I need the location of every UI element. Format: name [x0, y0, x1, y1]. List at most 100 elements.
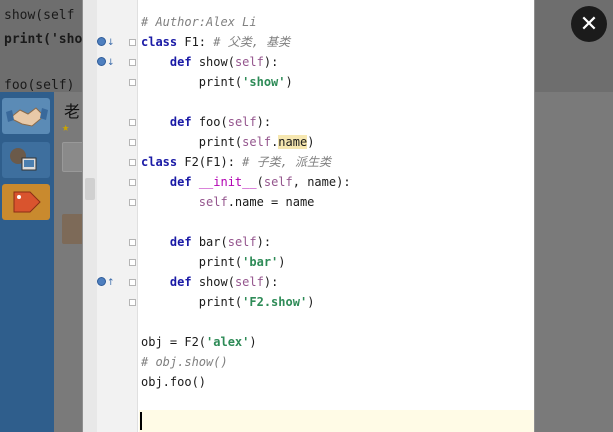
editor-left-strip — [83, 0, 98, 432]
fold-marker-icon[interactable] — [129, 299, 136, 306]
code-token: 'F2.show' — [242, 295, 308, 309]
scroll-marker[interactable] — [85, 178, 95, 200]
code-token: # 父类, 基类 — [213, 35, 291, 49]
code-token: self — [227, 115, 257, 129]
background-title: 老 — [64, 102, 81, 121]
code-token: class — [141, 155, 185, 169]
code-token: ) — [249, 335, 257, 349]
code-line[interactable]: def show(self): — [141, 52, 278, 72]
code-token: self — [198, 195, 228, 209]
code-token: ) — [307, 295, 315, 309]
code-token: bar( — [198, 235, 228, 249]
handshake-icon[interactable] — [2, 98, 50, 134]
code-token: # Author:Alex Li — [141, 15, 257, 29]
code-token: 'show' — [242, 75, 286, 89]
code-token: show( — [198, 55, 235, 69]
code-area[interactable]: # Author:Alex Li class F1: # 父类, 基类 def s… — [139, 0, 534, 432]
code-token: obj = F2( — [141, 335, 207, 349]
background-code-line: show(self — [4, 8, 75, 23]
code-token: ): — [256, 115, 272, 129]
code-token: 'alex' — [206, 335, 250, 349]
fold-marker-icon[interactable] — [129, 79, 136, 86]
code-token: # 子类, 派生类 — [242, 155, 332, 169]
code-token: self — [234, 55, 264, 69]
code-token: print( — [141, 295, 243, 309]
override-marker-icon[interactable] — [97, 57, 106, 66]
code-token: ) — [285, 75, 293, 89]
code-line[interactable]: print(self.name) — [141, 132, 314, 152]
fold-marker-icon[interactable] — [129, 239, 136, 246]
code-line[interactable]: class F1: # 父类, 基类 — [141, 32, 290, 52]
fold-marker-icon[interactable] — [129, 139, 136, 146]
fold-marker-icon[interactable] — [129, 199, 136, 206]
code-token: ): — [256, 235, 272, 249]
code-token: __init__ — [198, 175, 257, 189]
fold-marker-icon[interactable] — [129, 159, 136, 166]
code-line[interactable]: print('show') — [141, 72, 293, 92]
text-caret — [140, 412, 142, 430]
code-token: , name): — [292, 175, 351, 189]
code-token: def — [169, 235, 199, 249]
code-token: print( — [141, 75, 243, 89]
override-arrow-icon: ↓ — [107, 38, 115, 48]
fold-marker-icon[interactable] — [129, 59, 136, 66]
code-line[interactable]: # Author:Alex Li — [141, 12, 257, 32]
code-token: show( — [198, 275, 235, 289]
code-token: ): — [263, 55, 279, 69]
code-token: obj.foo() — [141, 375, 207, 389]
fold-marker-icon[interactable] — [129, 259, 136, 266]
code-token: F1: — [184, 35, 214, 49]
code-token: class — [141, 35, 185, 49]
code-token: ) — [278, 255, 286, 269]
code-token: print( — [141, 135, 243, 149]
line-gutter[interactable]: ↓ ↓ ↑ — [97, 0, 138, 432]
code-line[interactable]: print('bar') — [141, 252, 286, 272]
code-line[interactable]: print('F2.show') — [141, 292, 315, 312]
code-line[interactable]: obj.foo() — [141, 372, 206, 392]
code-token: F2(F1): — [184, 155, 243, 169]
avatar — [62, 214, 84, 244]
code-token: ) — [307, 135, 315, 149]
code-line[interactable]: def foo(self): — [141, 112, 271, 132]
code-editor[interactable]: ↓ ↓ ↑ # Author:Alex Li class F1: # 父类, 基类 d… — [82, 0, 535, 432]
code-line[interactable]: def show(self): — [141, 272, 278, 292]
override-arrow-icon: ↑ — [107, 278, 115, 288]
override-marker-icon[interactable] — [97, 37, 106, 46]
code-line[interactable]: def __init__(self, name): — [141, 172, 351, 192]
fold-marker-icon[interactable] — [129, 39, 136, 46]
code-line[interactable]: def bar(self): — [141, 232, 271, 252]
code-line[interactable]: # obj.show() — [141, 352, 228, 372]
code-token: foo( — [198, 115, 228, 129]
code-token: 'bar' — [242, 255, 279, 269]
tag-icon[interactable] — [2, 184, 50, 220]
code-token: def — [169, 175, 199, 189]
code-line[interactable]: obj = F2('alex') — [141, 332, 257, 352]
override-marker-icon[interactable] — [97, 277, 106, 286]
background-sidebar — [0, 92, 54, 432]
code-line[interactable]: class F2(F1): # 子类, 派生类 — [141, 152, 331, 172]
code-token: def — [169, 115, 199, 129]
fold-marker-icon[interactable] — [129, 279, 136, 286]
code-token: self — [227, 235, 257, 249]
code-token: self — [263, 175, 293, 189]
code-line[interactable]: self.name = name — [141, 192, 315, 212]
fold-marker-icon[interactable] — [129, 119, 136, 126]
override-arrow-icon: ↓ — [107, 58, 115, 68]
close-button[interactable]: ✕ — [571, 6, 607, 42]
star-icon: ★ — [62, 120, 70, 134]
monitor-avatar-icon[interactable] — [2, 142, 50, 178]
code-token: print( — [141, 255, 243, 269]
code-token: self — [242, 135, 272, 149]
code-token: ( — [256, 175, 264, 189]
code-token: def — [169, 275, 199, 289]
code-token: ): — [263, 275, 279, 289]
background-code-line: print('sho — [4, 32, 83, 47]
background-code-line: foo(self) — [4, 78, 75, 93]
fold-marker-icon[interactable] — [129, 179, 136, 186]
current-line-highlight — [139, 410, 534, 432]
